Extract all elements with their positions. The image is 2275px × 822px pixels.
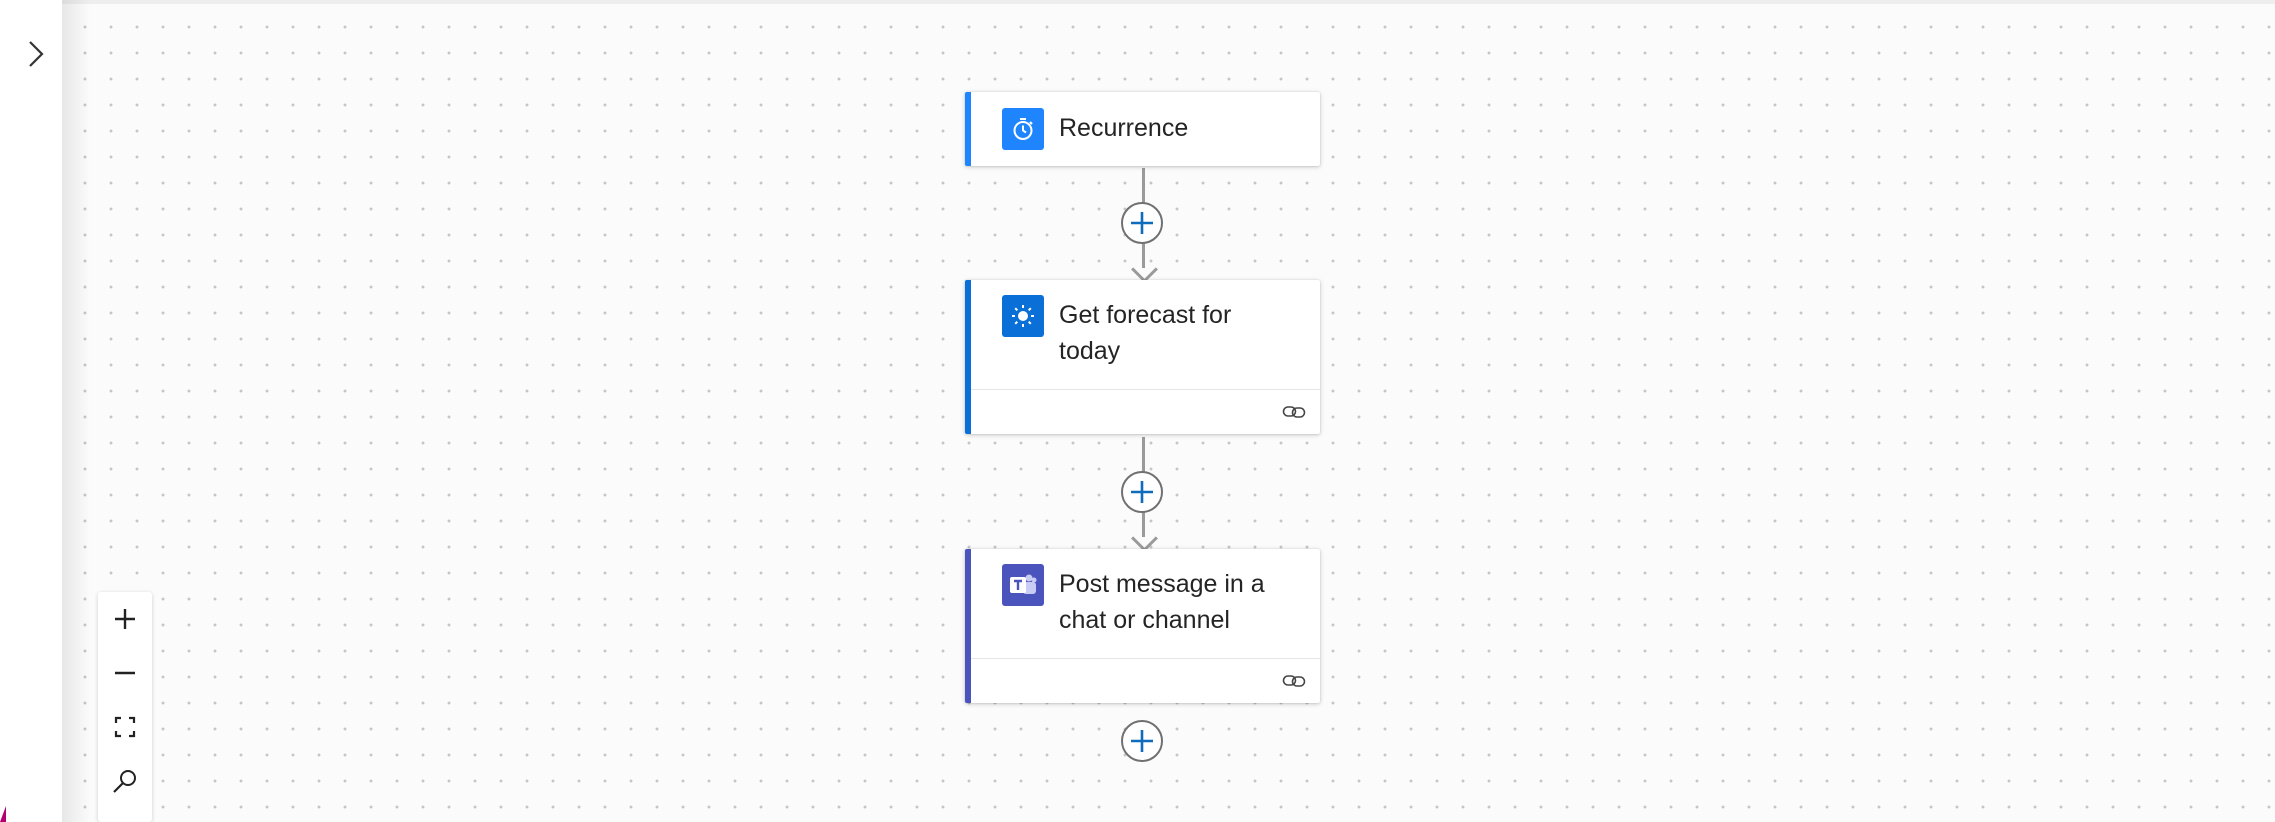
- card-footer: [971, 389, 1320, 434]
- plus-circle-icon: [1131, 481, 1153, 503]
- card-footer: [971, 658, 1320, 703]
- search-button[interactable]: [98, 754, 152, 808]
- flow-step-recurrence[interactable]: Recurrence: [965, 92, 1320, 166]
- alarm-clock-icon: [1002, 108, 1044, 150]
- expand-sidebar-button[interactable]: [20, 38, 52, 70]
- zoom-controls: [98, 592, 152, 822]
- step-title-line: Post message in a: [1059, 570, 1265, 598]
- left-rail: [0, 0, 62, 822]
- fit-view-button[interactable]: [98, 700, 152, 754]
- fit-view-icon: [114, 716, 136, 738]
- add-step-button[interactable]: [1121, 471, 1163, 513]
- flow-step-forecast[interactable]: Get forecast for today: [965, 280, 1320, 434]
- zoom-out-icon: [115, 671, 135, 675]
- zoom-out-button[interactable]: [98, 646, 152, 700]
- search-icon: [113, 770, 136, 793]
- plus-circle-icon: [1131, 212, 1153, 234]
- step-title-line: Get forecast for: [1059, 301, 1232, 329]
- add-step-button[interactable]: [1121, 720, 1163, 762]
- teams-icon: [1002, 564, 1044, 606]
- add-step-button[interactable]: [1121, 202, 1163, 244]
- corner-indicator: [0, 806, 6, 822]
- step-title: Post message in a chat or channel: [1059, 564, 1265, 638]
- link-icon[interactable]: [1282, 404, 1306, 420]
- step-title: Get forecast for today: [1059, 295, 1231, 369]
- zoom-in-icon: [115, 609, 135, 629]
- flow-step-teams[interactable]: Post message in a chat or channel: [965, 549, 1320, 703]
- sun-icon: [1002, 295, 1044, 337]
- plus-circle-icon: [1131, 730, 1153, 752]
- step-title-line: chat or channel: [1059, 606, 1230, 634]
- link-icon[interactable]: [1282, 673, 1306, 689]
- step-title: Recurrence: [1059, 114, 1189, 142]
- step-title-line: today: [1059, 337, 1121, 365]
- card-accent: [965, 92, 971, 166]
- zoom-in-button[interactable]: [98, 592, 152, 646]
- chevron-right-icon: [29, 41, 44, 67]
